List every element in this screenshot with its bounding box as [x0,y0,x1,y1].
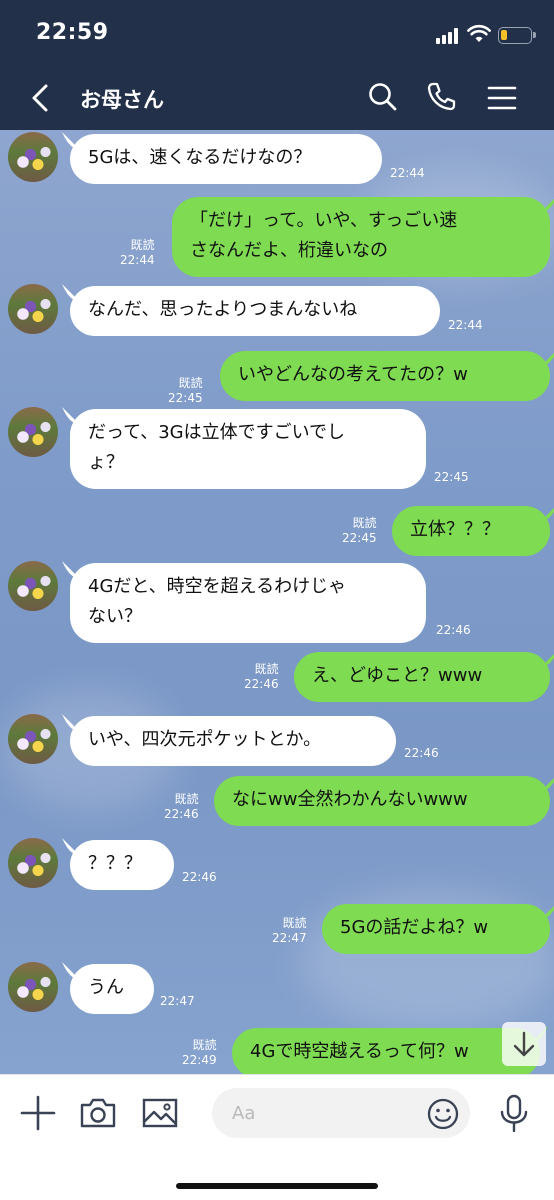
message-bubble[interactable]: 5Gは、速くなるだけなの？ [70,134,382,184]
camera-icon[interactable] [78,1093,118,1133]
read-receipt: 既読 [192,1038,217,1052]
message-time: 22:45 [342,531,377,545]
back-button[interactable] [22,78,62,118]
plus-icon[interactable] [18,1093,58,1133]
message-bubble[interactable]: え、どゆこと？www [294,652,550,702]
message-meta: 既読 22:46 [244,662,279,692]
contact-avatar[interactable] [8,962,58,1012]
contact-avatar[interactable] [8,132,58,182]
message-meta: 既読 22:49 [182,1038,217,1068]
message-meta: 22:45 [434,470,469,485]
read-receipt: 既読 [254,662,279,676]
home-indicator [176,1183,378,1189]
message-bubble[interactable]: いや、四次元ポケットとか。 [70,716,396,766]
message-time: 22:46 [436,623,471,637]
chat-area[interactable]: 5Gは、速くなるだけなの？ 22:44 「だけ」って。いや、すっごい速 さなんだよ、… [0,130,554,1074]
contact-avatar[interactable] [8,838,58,888]
message-time: 22:46 [182,870,217,884]
contact-avatar[interactable] [8,714,58,764]
message-time: 22:46 [244,677,279,691]
message-meta: 既読 22:45 [168,376,203,406]
battery-icon [498,27,536,44]
contact-avatar[interactable] [8,407,58,457]
read-receipt: 既読 [174,792,199,806]
message-bubble[interactable]: だって、3Gは立体ですごいでし ょ？ [70,409,426,489]
message-bubble[interactable]: 5Gの話だよね？w [322,904,550,954]
message-time: 22:47 [160,994,195,1008]
read-receipt: 既読 [282,916,307,930]
message-meta: 22:47 [160,994,195,1009]
message-meta: 22:44 [390,166,425,181]
wifi-icon [467,24,491,42]
microphone-icon[interactable] [494,1093,534,1133]
message-meta: 22:46 [404,746,439,761]
message-bubble[interactable]: ？？？ [70,840,174,890]
message-bubble[interactable]: 立体？？？ [392,506,550,556]
contact-name: お母さん [80,88,164,112]
contact-avatar[interactable] [8,561,58,611]
search-icon[interactable] [366,80,400,114]
message-bubble[interactable]: なんだ、思ったよりつまんないね [70,286,440,336]
message-meta: 22:46 [436,623,471,638]
message-bubble[interactable]: なにww全然わかんないwww [214,776,550,826]
message-time: 22:44 [390,166,425,180]
read-receipt: 既読 [178,376,203,390]
message-time: 22:46 [404,746,439,760]
message-meta: 22:46 [182,870,217,885]
message-bubble[interactable]: いやどんなの考えてたの？w [220,351,550,401]
signal-icon [436,28,460,44]
message-meta: 既読 22:47 [272,916,307,946]
message-time: 22:45 [168,391,203,405]
message-bubble[interactable]: うん [70,964,154,1014]
image-icon[interactable] [140,1093,180,1133]
message-bubble[interactable]: 4Gで時空越えるって何？w [232,1028,540,1074]
message-time: 22:44 [448,318,483,332]
message-meta: 22:44 [448,318,483,333]
message-bubble[interactable]: 「だけ」って。いや、すっごい速 さなんだよ、桁違いなの [172,197,550,277]
message-time: 22:49 [182,1053,217,1067]
menu-icon[interactable] [486,82,518,114]
message-meta: 既読 22:44 [120,238,155,268]
message-meta: 既読 22:46 [164,792,199,822]
read-receipt: 既読 [130,238,155,252]
message-time: 22:46 [164,807,199,821]
arrow-down-icon [513,1031,535,1057]
read-receipt: 既読 [352,516,377,530]
message-meta: 既読 22:45 [342,516,377,546]
message-time: 22:45 [434,470,469,484]
status-time: 22:59 [36,20,109,45]
message-time: 22:44 [120,253,155,267]
scroll-down-button[interactable] [502,1022,546,1066]
composer-bar [0,1074,554,1200]
contact-avatar[interactable] [8,284,58,334]
emoji-icon[interactable] [426,1097,460,1131]
message-time: 22:47 [272,931,307,945]
message-bubble[interactable]: 4Gだと、時空を超えるわけじゃ ない？ [70,563,426,643]
phone-icon[interactable] [424,80,458,114]
chat-header: 22:59 お母さん [0,0,554,130]
